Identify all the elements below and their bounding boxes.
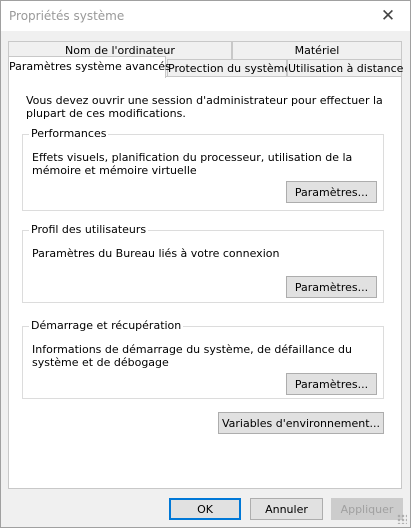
close-icon[interactable]: ✕ xyxy=(366,1,410,31)
cancel-button[interactable]: Annuler xyxy=(250,498,323,520)
user-profiles-settings-button[interactable]: Paramètres... xyxy=(286,276,377,298)
performance-group: Performances Effets visuels, planificati… xyxy=(22,127,384,211)
performance-settings-button[interactable]: Paramètres... xyxy=(286,181,377,203)
environment-variables-button[interactable]: Variables d'environnement... xyxy=(218,412,384,434)
system-properties-window: Propriétés système ✕ Nom de l'ordinateur… xyxy=(0,0,411,528)
ok-button[interactable]: OK xyxy=(169,498,241,520)
tab-hardware[interactable]: Matériel xyxy=(232,41,402,59)
user-profiles-group-title: Profil des utilisateurs xyxy=(29,223,149,236)
tab-advanced-settings[interactable]: Paramètres système avancés xyxy=(8,56,171,78)
user-profiles-description: Paramètres du Bureau liés à votre connex… xyxy=(32,247,280,260)
startup-recovery-group: Démarrage et récupération Informations d… xyxy=(22,319,384,399)
performance-description: Effets visuels, planification du process… xyxy=(32,151,353,177)
apply-button[interactable]: Appliquer xyxy=(331,498,403,520)
startup-recovery-group-title: Démarrage et récupération xyxy=(29,319,184,332)
performance-group-title: Performances xyxy=(29,127,109,140)
resize-grip-icon[interactable] xyxy=(397,514,407,524)
tab-panel: Vous devez ouvrir une session d'administ… xyxy=(8,76,402,489)
startup-recovery-description: Informations de démarrage du système, de… xyxy=(32,343,352,369)
title-bar: Propriétés système ✕ xyxy=(1,1,410,31)
startup-recovery-settings-button[interactable]: Paramètres... xyxy=(286,373,377,395)
admin-notice: Vous devez ouvrir une session d'administ… xyxy=(26,94,383,120)
tab-system-protection[interactable]: Protection du système xyxy=(167,59,291,77)
window-title: Propriétés système xyxy=(9,9,125,23)
user-profiles-group: Profil des utilisateurs Paramètres du Bu… xyxy=(22,223,384,303)
tab-remote-use[interactable]: Utilisation à distance xyxy=(287,59,403,77)
